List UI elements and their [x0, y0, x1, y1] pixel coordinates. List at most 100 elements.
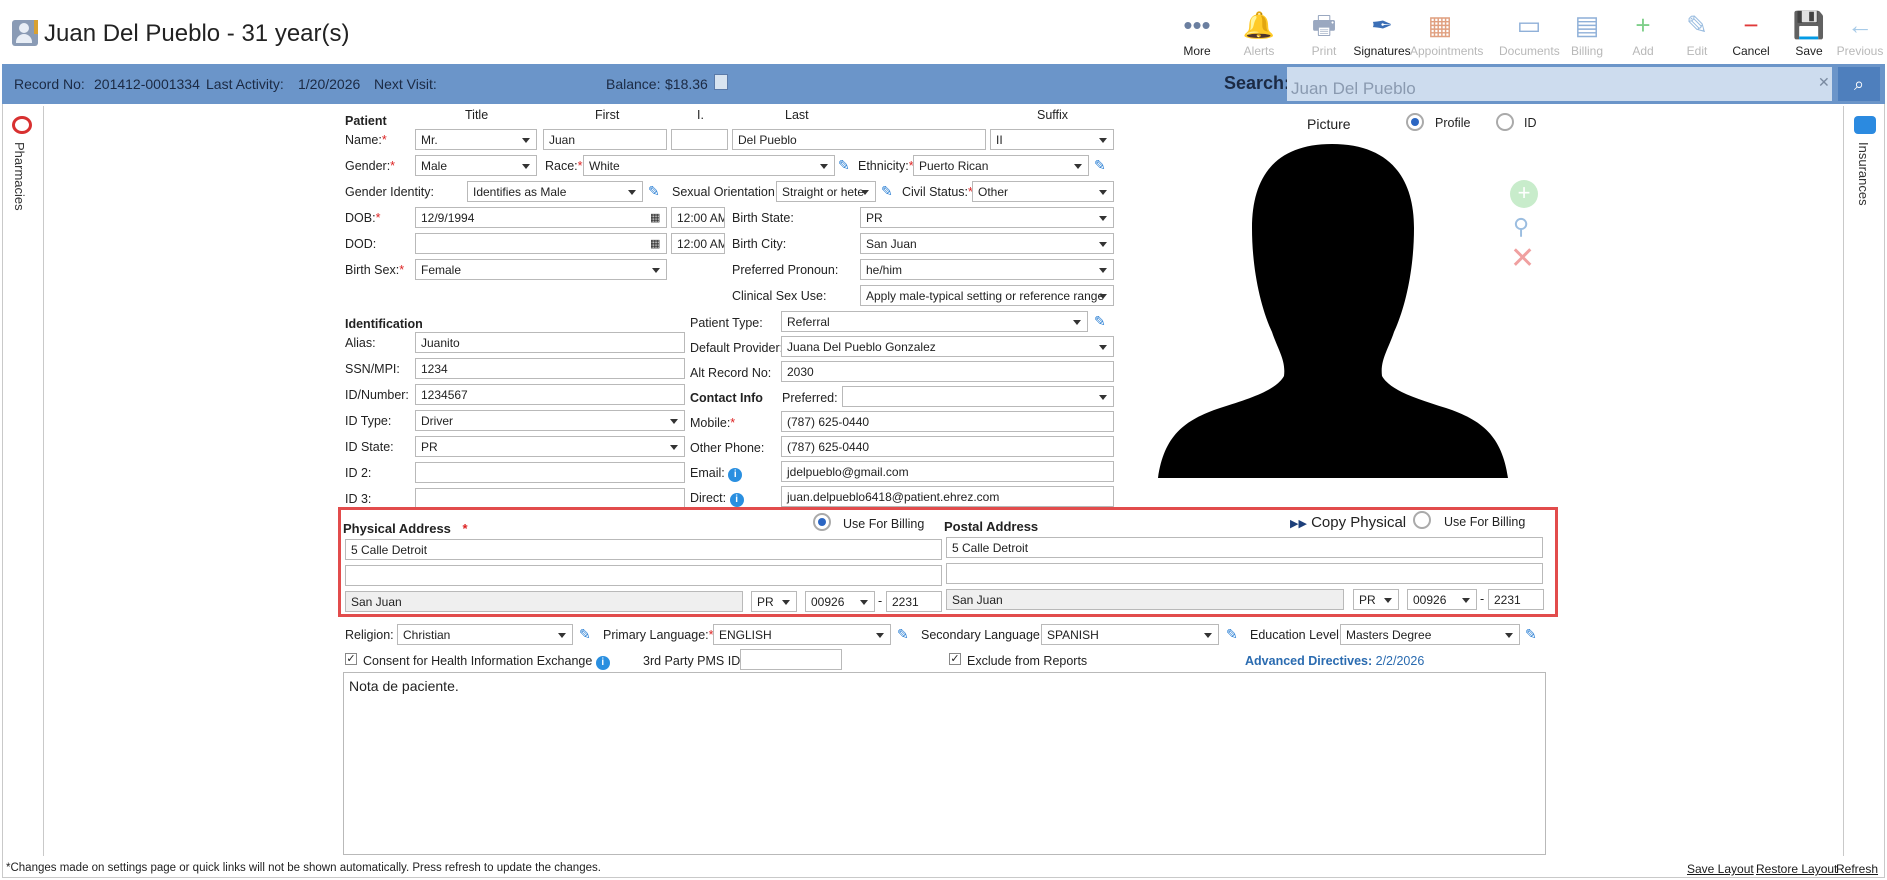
dob-input[interactable]: 12/9/1994	[415, 207, 667, 228]
edit-religion-pencil-icon[interactable]: ✎	[579, 626, 595, 642]
consent-info-icon[interactable]: i	[595, 656, 610, 670]
id-radio[interactable]	[1496, 113, 1514, 131]
edit-secondary-language-pencil-icon[interactable]: ✎	[1226, 626, 1242, 642]
search-input[interactable]: Juan Del Pueblo	[1287, 67, 1832, 101]
edit-patient-type-pencil-icon[interactable]: ✎	[1094, 313, 1110, 329]
postal-line2-input[interactable]	[946, 563, 1543, 584]
insurances-tab[interactable]: Insurances	[1852, 114, 1878, 224]
physical-line2-input[interactable]	[345, 565, 942, 586]
primary-language-select[interactable]: ENGLISH	[713, 624, 891, 645]
physical-zip-select[interactable]: 00926	[805, 591, 875, 612]
patient-type-select[interactable]: Referral	[781, 311, 1088, 332]
physical-use-billing-radio[interactable]	[813, 513, 831, 531]
advanced-directives-link[interactable]: Advanced Directives: 2/2/2026	[1245, 654, 1424, 668]
physical-zip4-input[interactable]: 2231	[886, 591, 942, 612]
toolbar-cancel-button[interactable]: − Cancel	[1721, 6, 1781, 62]
clinical-sex-select[interactable]: Apply male-typical setting or reference …	[860, 285, 1114, 306]
pms-input[interactable]	[740, 649, 842, 670]
email-input[interactable]: jdelpueblo@gmail.com	[781, 461, 1114, 482]
alias-input[interactable]: Juanito	[415, 332, 685, 353]
pronoun-select[interactable]: he/him	[860, 259, 1114, 280]
religion-select[interactable]: Christian	[397, 624, 573, 645]
postal-use-billing-radio[interactable]	[1413, 511, 1431, 529]
dod-time-input[interactable]: 12:00 AM	[671, 233, 725, 254]
gender-identity-select[interactable]: Identifies as Male	[467, 181, 643, 202]
direct-input[interactable]: juan.delpueblo6418@patient.ehrez.com	[781, 486, 1114, 507]
delete-picture-icon[interactable]: ✕	[1510, 244, 1535, 274]
edit-race-pencil-icon[interactable]: ✎	[838, 157, 854, 173]
toolbar-edit-button[interactable]: ✎ Edit	[1667, 6, 1727, 62]
mobile-input[interactable]: (787) 625-0440	[781, 411, 1114, 432]
balance-detail-icon[interactable]	[714, 74, 728, 90]
patient-note-textarea[interactable]: Nota de paciente.	[343, 672, 1546, 855]
toolbar-alerts-button[interactable]: 🔔 Alerts	[1229, 6, 1289, 62]
edit-ethnicity-pencil-icon[interactable]: ✎	[1094, 157, 1110, 173]
birth-city-select[interactable]: San Juan	[860, 233, 1114, 254]
clear-search-icon[interactable]: ✕	[1818, 74, 1830, 91]
edit-primary-language-pencil-icon[interactable]: ✎	[897, 626, 913, 642]
other-phone-input[interactable]: (787) 625-0440	[781, 436, 1114, 457]
profile-radio[interactable]	[1406, 113, 1424, 131]
copy-physical-button[interactable]: ▶▶ Copy Physical	[1290, 514, 1406, 531]
title-select[interactable]: Mr.	[415, 129, 537, 150]
sexual-orientation-select[interactable]: Straight or hete	[776, 181, 876, 202]
gender-select[interactable]: Male	[415, 155, 537, 176]
toolbar-billing-button[interactable]: ▤ Billing	[1557, 6, 1617, 62]
pharmacies-tab[interactable]: Pharmacies	[10, 114, 34, 224]
add-picture-icon[interactable]: +	[1510, 180, 1538, 208]
refresh-link[interactable]: Refresh	[1836, 862, 1878, 876]
idnum-input[interactable]: 1234567	[415, 384, 685, 405]
first-name-input[interactable]: Juan	[543, 129, 667, 150]
email-info-icon[interactable]: i	[728, 468, 743, 482]
postal-city-input[interactable]: San Juan	[946, 589, 1344, 610]
provider-select[interactable]: Juana Del Pueblo Gonzalez	[781, 336, 1114, 357]
birth-sex-select[interactable]: Female	[415, 259, 667, 280]
education-select[interactable]: Masters Degree	[1340, 624, 1520, 645]
idstate-select[interactable]: PR	[415, 436, 685, 457]
idtype-select[interactable]: Driver	[415, 410, 685, 431]
ethnicity-select[interactable]: Puerto Rican	[913, 155, 1089, 176]
id3-input[interactable]	[415, 488, 685, 509]
last-name-input[interactable]: Del Pueblo	[732, 129, 986, 150]
toolbar-previous-button[interactable]: ← Previous	[1830, 6, 1887, 62]
search-icon[interactable]: ⌕	[1838, 67, 1880, 101]
id2-input[interactable]	[415, 462, 685, 483]
alt-record-input[interactable]: 2030	[781, 361, 1114, 382]
toolbar-signatures-button[interactable]: ✒ Signatures	[1352, 6, 1412, 62]
physical-line1-input[interactable]: 5 Calle Detroit	[345, 539, 942, 560]
edit-gender-identity-pencil-icon[interactable]: ✎	[648, 183, 664, 199]
race-select[interactable]: White	[583, 155, 835, 176]
postal-zip4-input[interactable]: 2231	[1488, 589, 1544, 610]
zoom-picture-icon[interactable]: ⚲	[1513, 214, 1529, 240]
secondary-language-select[interactable]: SPANISH	[1041, 624, 1219, 645]
physical-address-title: Physical Address *	[343, 521, 468, 536]
toolbar-more-button[interactable]: ••• More	[1167, 6, 1227, 62]
preferred-select[interactable]	[842, 386, 1114, 407]
dob-time-input[interactable]: 12:00 AM	[671, 207, 725, 228]
save-layout-link[interactable]: Save Layout	[1687, 862, 1754, 876]
postal-state-select[interactable]: PR	[1353, 589, 1399, 610]
toolbar-print-button[interactable]: 🖶 Print	[1294, 6, 1354, 62]
dod-input[interactable]	[415, 233, 667, 254]
toolbar-add-button[interactable]: + Add	[1613, 6, 1673, 62]
suffix-select[interactable]: II	[990, 129, 1114, 150]
physical-state-select[interactable]: PR	[751, 591, 797, 612]
edit-education-pencil-icon[interactable]: ✎	[1525, 626, 1541, 642]
civil-status-select[interactable]: Other	[972, 181, 1114, 202]
toolbar-appointments-button[interactable]: ▦ Appointments	[1410, 6, 1483, 62]
postal-line1-input[interactable]: 5 Calle Detroit	[946, 537, 1543, 558]
toolbar-documents-button[interactable]: ▭ Documents	[1499, 6, 1560, 62]
exclude-reports-checkbox[interactable]: ✓	[949, 653, 961, 665]
ssn-input[interactable]: 1234	[415, 358, 685, 379]
dob-calendar-icon[interactable]: ▦	[650, 211, 660, 224]
dod-calendar-icon[interactable]: ▦	[650, 237, 660, 250]
postal-zip-select[interactable]: 00926	[1407, 589, 1477, 610]
birth-state-select[interactable]: PR	[860, 207, 1114, 228]
edit-sexual-orientation-pencil-icon[interactable]: ✎	[881, 183, 897, 199]
consent-checkbox[interactable]: ✓	[345, 653, 357, 665]
id-radio-label: ID	[1524, 116, 1537, 130]
restore-layout-link[interactable]: Restore Layout	[1756, 862, 1837, 876]
physical-city-input[interactable]: San Juan	[345, 591, 743, 612]
middle-initial-input[interactable]	[671, 129, 728, 150]
direct-info-icon[interactable]: i	[729, 493, 744, 507]
